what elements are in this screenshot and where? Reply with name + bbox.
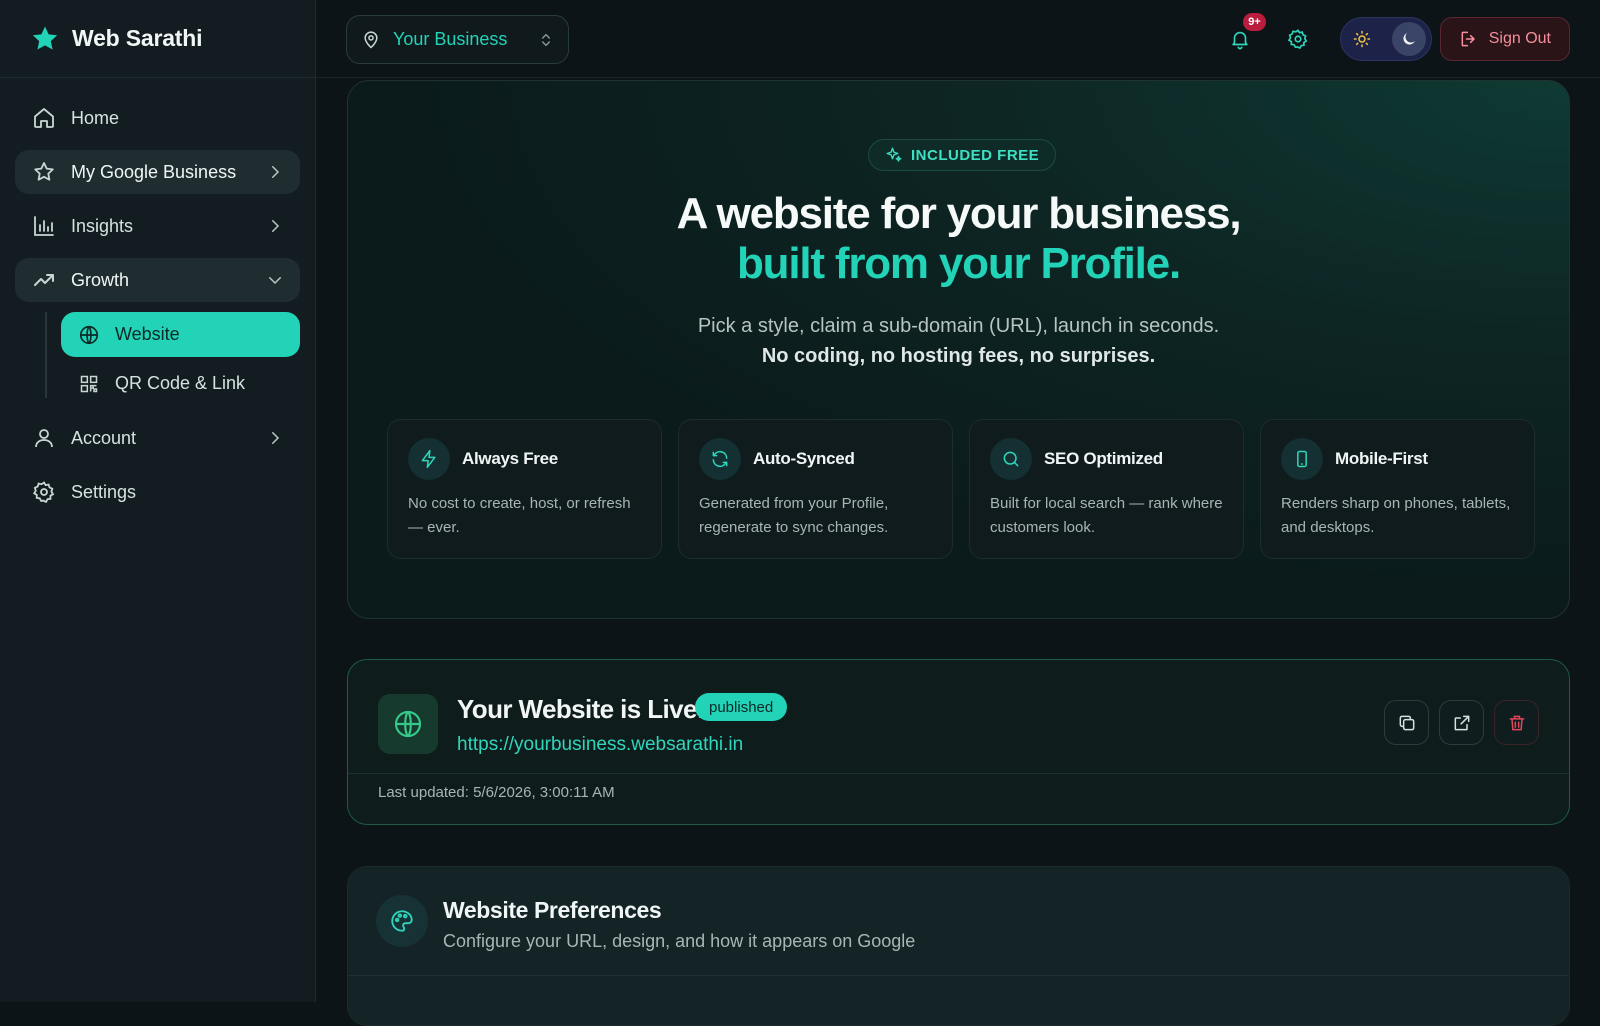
sidebar-item-label: Insights (71, 215, 134, 236)
sidebar-subitem-label: QR Code & Link (115, 373, 246, 393)
website-actions (1384, 700, 1539, 745)
sparkles-icon (885, 146, 903, 164)
sun-icon (1353, 30, 1371, 48)
sidebar-item-label: Growth (71, 269, 130, 290)
logout-icon (1459, 29, 1479, 49)
external-link-icon (1452, 713, 1472, 733)
sidebar-item-home[interactable]: Home (15, 96, 300, 140)
star-icon (31, 159, 57, 185)
top-bar: Your Business 9+ Sign Out (316, 0, 1600, 78)
website-live-card: Your Website is Live! published https://… (347, 659, 1570, 825)
divider (348, 975, 1569, 976)
sidebar-item-label: Home (71, 107, 120, 128)
feature-list: Always Free No cost to create, host, or … (387, 419, 1535, 559)
hero-subtitle-text: Pick a style, claim a sub-domain (URL), … (697, 315, 1220, 337)
notifications-button[interactable]: 9+ (1220, 13, 1266, 59)
feature-desc: Built for local search — rank where cust… (990, 495, 1223, 536)
home-icon (31, 105, 57, 131)
gear-icon (31, 479, 57, 505)
user-icon (31, 425, 57, 451)
sidebar-item-growth[interactable]: Growth (15, 258, 300, 302)
business-name: Your Business (393, 29, 508, 49)
search-icon (990, 438, 1032, 480)
business-selector[interactable]: Your Business (346, 15, 569, 64)
feature-card-always-free: Always Free No cost to create, host, or … (387, 419, 662, 559)
last-updated: Last updated: 5/6/2026, 3:00:11 AM (378, 784, 615, 801)
feature-desc: No cost to create, host, or refresh — ev… (408, 495, 631, 536)
sidebar-item-label: Account (71, 427, 137, 448)
chevron-right-icon (266, 217, 284, 235)
chevron-down-icon (266, 271, 284, 289)
chevron-right-icon (266, 429, 284, 447)
hero-title-line1: A website for your business, (676, 189, 1242, 238)
feature-desc: Generated from your Profile, regenerate … (699, 495, 889, 536)
top-actions: 9+ Sign Out (1220, 13, 1570, 61)
globe-icon (77, 323, 101, 347)
sidebar-item-label: Settings (71, 481, 137, 502)
prefs-subtitle: Configure your URL, design, and how it a… (443, 931, 916, 951)
sidebar-item-label: My Google Business (71, 161, 237, 182)
map-pin-icon (361, 30, 381, 50)
feature-card-mobile-first: Mobile-First Renders sharp on phones, ta… (1260, 419, 1535, 559)
globe-icon (378, 694, 438, 754)
qr-code-icon (77, 372, 101, 396)
hero-title-line2: built from your Profile. (737, 239, 1181, 288)
bolt-icon (408, 438, 450, 480)
phone-icon (1281, 438, 1323, 480)
website-url-link[interactable]: https://yourbusiness.websarathi.in (457, 734, 743, 756)
gear-icon (1287, 28, 1309, 50)
copy-icon (1397, 713, 1417, 733)
sidebar-item-insights[interactable]: Insights (15, 204, 300, 248)
included-free-pill: INCLUDED FREE (868, 139, 1057, 171)
hero-subtitle: Pick a style, claim a sub-domain (URL), … (348, 311, 1569, 371)
sidebar-subitem-label: Website (115, 324, 180, 344)
sidebar-subitem-qr-code[interactable]: QR Code & Link (61, 361, 300, 406)
moon-icon (1391, 22, 1426, 56)
feature-card-auto-synced: Auto-Synced Generated from your Profile,… (678, 419, 953, 559)
copy-url-button[interactable] (1384, 700, 1429, 745)
star-logo-icon (30, 24, 60, 54)
theme-toggle[interactable] (1339, 17, 1432, 61)
bar-chart-icon (31, 213, 57, 239)
pill-label: INCLUDED FREE (911, 146, 1040, 164)
status-badge: published (695, 693, 788, 721)
brand-name: Web Sarathi (72, 25, 203, 51)
sign-out-label: Sign Out (1488, 30, 1551, 47)
divider (348, 773, 1569, 774)
feature-title: Mobile-First (1335, 449, 1428, 468)
sidebar-subitem-website[interactable]: Website (61, 312, 300, 357)
feature-card-seo-optimized: SEO Optimized Built for local search — r… (969, 419, 1244, 559)
refresh-icon (699, 438, 741, 480)
feature-desc: Renders sharp on phones, tablets, and de… (1281, 495, 1511, 536)
live-title: Your Website is Live! (457, 694, 706, 724)
sidebar: Web Sarathi Home My Google Business Insi… (0, 0, 316, 1002)
open-website-button[interactable] (1439, 700, 1484, 745)
palette-icon (376, 895, 428, 947)
chevron-up-down-icon (538, 32, 554, 48)
chevron-right-icon (266, 163, 284, 181)
trending-up-icon (31, 267, 57, 293)
feature-title: Always Free (462, 449, 558, 468)
notification-badge: 9+ (1243, 13, 1266, 31)
feature-title: SEO Optimized (1044, 449, 1163, 468)
sidebar-item-my-google-business[interactable]: My Google Business (15, 150, 300, 194)
sidebar-item-account[interactable]: Account (15, 416, 300, 460)
feature-title: Auto-Synced (753, 449, 855, 468)
prefs-title: Website Preferences (443, 897, 662, 923)
website-preferences-card: Website Preferences Configure your URL, … (347, 866, 1570, 1026)
sidebar-nav: Home My Google Business Insights Growth … (0, 78, 315, 514)
growth-subnav: Website QR Code & Link (45, 312, 300, 406)
settings-button[interactable] (1278, 19, 1318, 59)
trash-icon (1507, 713, 1527, 733)
hero-title: A website for your business, built from … (348, 189, 1569, 289)
hero-subtitle-strong: No coding, no hosting fees, no surprises… (761, 345, 1156, 367)
sign-out-button[interactable]: Sign Out (1439, 17, 1570, 61)
brand[interactable]: Web Sarathi (0, 0, 315, 78)
delete-website-button[interactable] (1494, 700, 1539, 745)
bell-icon (1229, 28, 1251, 50)
sidebar-item-settings[interactable]: Settings (15, 470, 300, 514)
hero-section: INCLUDED FREE A website for your busines… (347, 80, 1570, 619)
